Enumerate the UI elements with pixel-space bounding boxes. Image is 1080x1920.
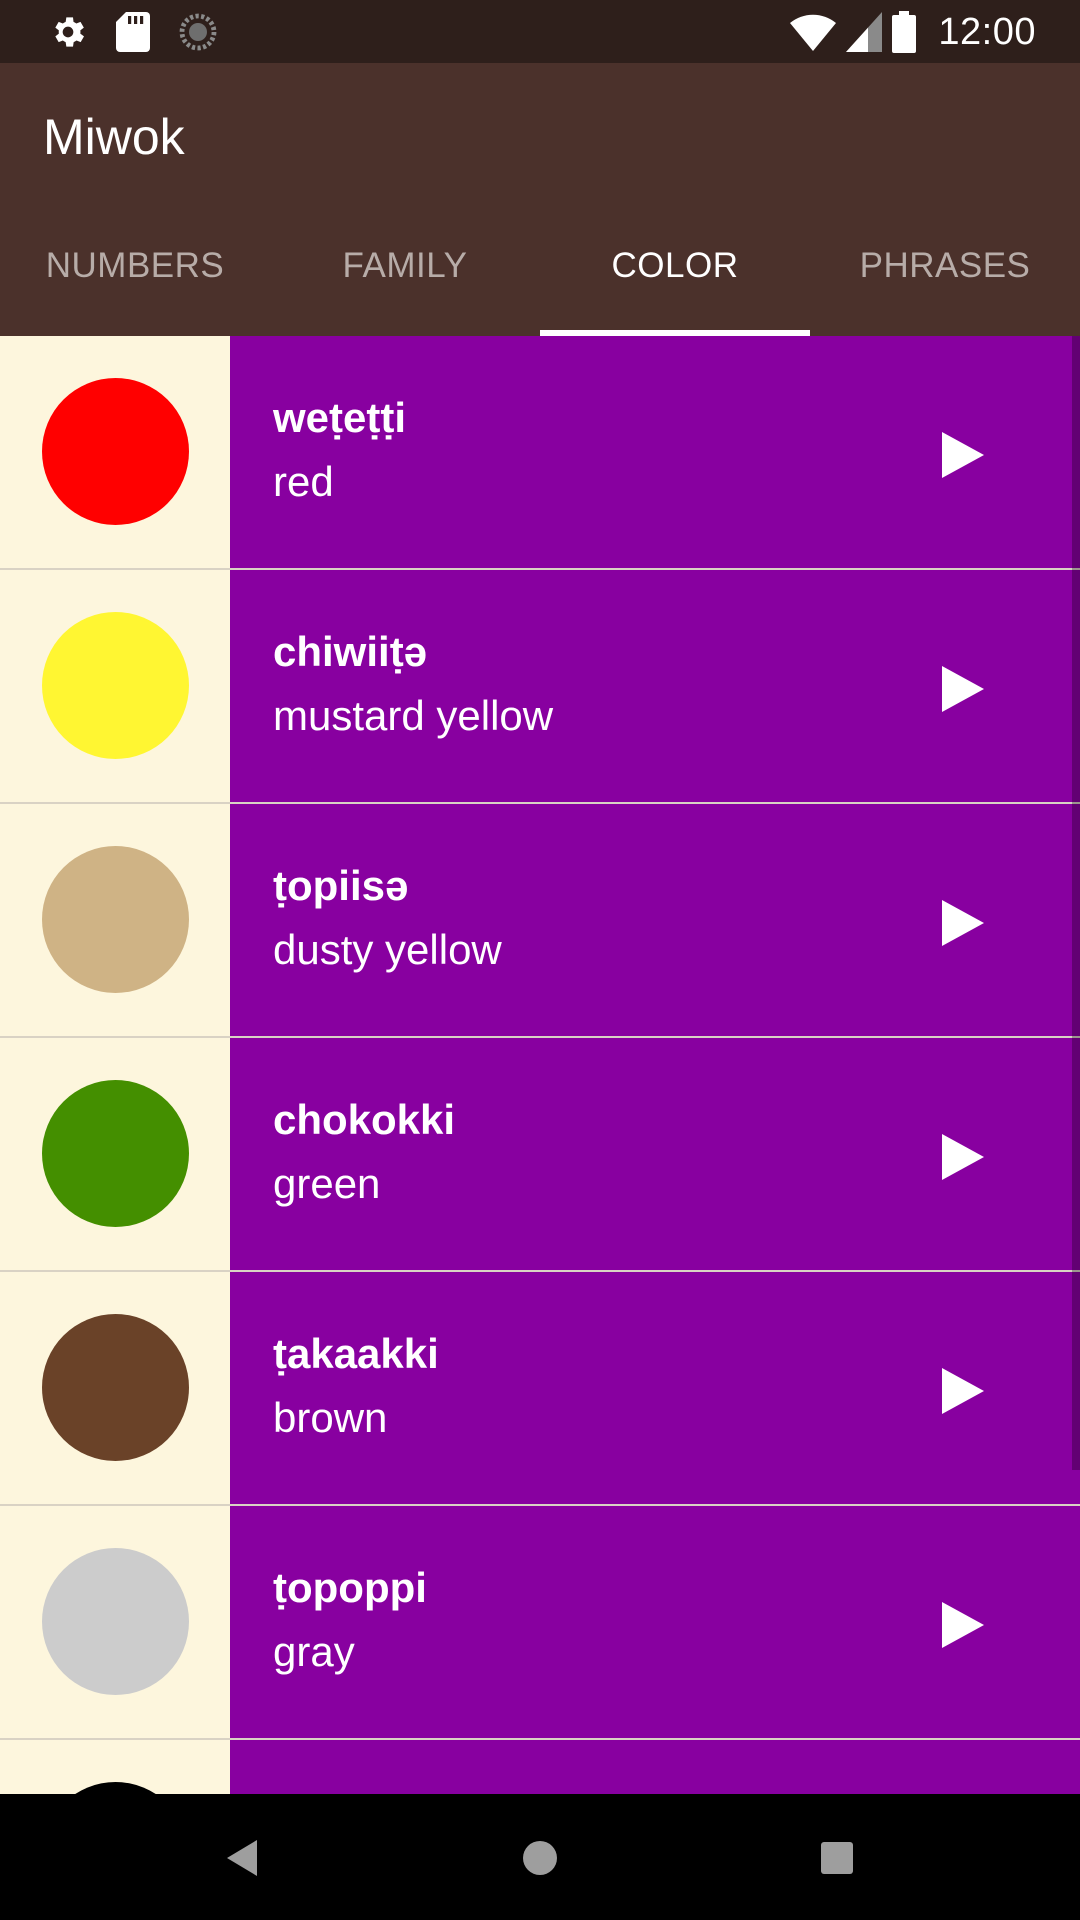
status-clock: 12:00 — [938, 10, 1036, 53]
word-text-area[interactable]: ṭopoppi gray — [230, 1506, 1080, 1738]
play-icon[interactable] — [942, 1368, 984, 1414]
settings-gear-icon — [48, 12, 88, 52]
tab-color[interactable]: COLOR — [540, 210, 810, 336]
tab-family[interactable]: FAMILY — [270, 210, 540, 336]
swatch-cell — [0, 1272, 230, 1504]
status-left-icons — [48, 12, 246, 52]
tab-numbers[interactable]: NUMBERS — [0, 210, 270, 336]
tab-label: COLOR — [611, 246, 739, 285]
miwok-word: ṭopoppi — [273, 1564, 427, 1611]
word-text-area[interactable]: weṭeṭṭi red — [230, 336, 1080, 568]
play-icon[interactable] — [942, 666, 984, 712]
back-button[interactable] — [214, 1830, 270, 1886]
status-bar: 12:00 — [0, 0, 1080, 63]
battery-icon — [892, 11, 917, 53]
home-button[interactable] — [512, 1830, 568, 1886]
app-title: Miwok — [43, 109, 185, 165]
english-word: gray — [273, 1628, 355, 1675]
english-word: dusty yellow — [273, 926, 502, 973]
scrollbar[interactable] — [1072, 336, 1080, 1470]
list-item[interactable] — [0, 1740, 1080, 1794]
english-word: brown — [273, 1394, 388, 1441]
list-item[interactable]: weṭeṭṭi red — [0, 336, 1080, 568]
swatch-cell — [0, 1740, 230, 1794]
miwok-word: chokokki — [273, 1096, 456, 1143]
sd-card-icon — [116, 12, 150, 52]
miwok-word: ṭopiisə — [273, 862, 409, 909]
word-text-area[interactable]: ṭopiisə dusty yellow — [230, 804, 1080, 1036]
list-item[interactable]: ṭakaakki brown — [0, 1272, 1080, 1504]
english-word: green — [273, 1160, 381, 1207]
play-icon[interactable] — [942, 1602, 984, 1648]
color-swatch — [42, 378, 189, 525]
swatch-cell — [0, 1506, 230, 1738]
screen: 12:00 Miwok NUMBERS FAMILY COLOR PHRASES — [0, 0, 1080, 1920]
list-item[interactable]: ṭopiisə dusty yellow — [0, 804, 1080, 1036]
swatch-cell — [0, 570, 230, 802]
list-item[interactable]: ṭopoppi gray — [0, 1506, 1080, 1738]
swatch-cell — [0, 804, 230, 1036]
cell-signal-icon — [846, 12, 883, 52]
swatch-cell — [0, 336, 230, 568]
color-swatch — [42, 846, 189, 993]
tab-label: FAMILY — [342, 246, 468, 285]
color-swatch — [42, 612, 189, 759]
recents-icon — [821, 1842, 853, 1874]
play-icon[interactable] — [942, 900, 984, 946]
recents-button[interactable] — [809, 1830, 865, 1886]
play-icon[interactable] — [942, 1134, 984, 1180]
swatch-cell — [0, 1038, 230, 1270]
play-icon[interactable] — [942, 432, 984, 478]
word-text-area[interactable] — [230, 1740, 1080, 1794]
word-text-area[interactable]: chokokki green — [230, 1038, 1080, 1270]
color-swatch — [42, 1548, 189, 1695]
color-swatch — [42, 1080, 189, 1227]
loading-circle-icon — [178, 12, 218, 52]
navigation-bar — [0, 1794, 1080, 1920]
miwok-word: weṭeṭṭi — [273, 394, 407, 441]
word-text-area[interactable]: chiwiiṭə mustard yellow — [230, 570, 1080, 802]
miwok-word: chiwiiṭə — [273, 628, 428, 675]
tab-bar: NUMBERS FAMILY COLOR PHRASES — [0, 210, 1080, 336]
back-icon — [227, 1840, 257, 1876]
tab-label: PHRASES — [859, 246, 1031, 285]
wifi-icon — [790, 12, 837, 52]
status-right-icons: 12:00 — [780, 8, 1036, 56]
miwok-word: ṭakaakki — [273, 1330, 439, 1377]
tab-phrases[interactable]: PHRASES — [810, 210, 1080, 336]
color-swatch — [42, 1782, 189, 1794]
home-icon — [523, 1841, 557, 1875]
list-item[interactable]: chiwiiṭə mustard yellow — [0, 570, 1080, 802]
list-item[interactable]: chokokki green — [0, 1038, 1080, 1270]
color-word-list[interactable]: weṭeṭṭi red chiwiiṭə mustard yellow ṭopi… — [0, 336, 1080, 1794]
english-word: red — [273, 458, 334, 505]
app-bar: Miwok NUMBERS FAMILY COLOR PHRASES — [0, 63, 1080, 336]
english-word: mustard yellow — [273, 692, 554, 739]
color-swatch — [42, 1314, 189, 1461]
word-text-area[interactable]: ṭakaakki brown — [230, 1272, 1080, 1504]
tab-label: NUMBERS — [45, 246, 225, 285]
